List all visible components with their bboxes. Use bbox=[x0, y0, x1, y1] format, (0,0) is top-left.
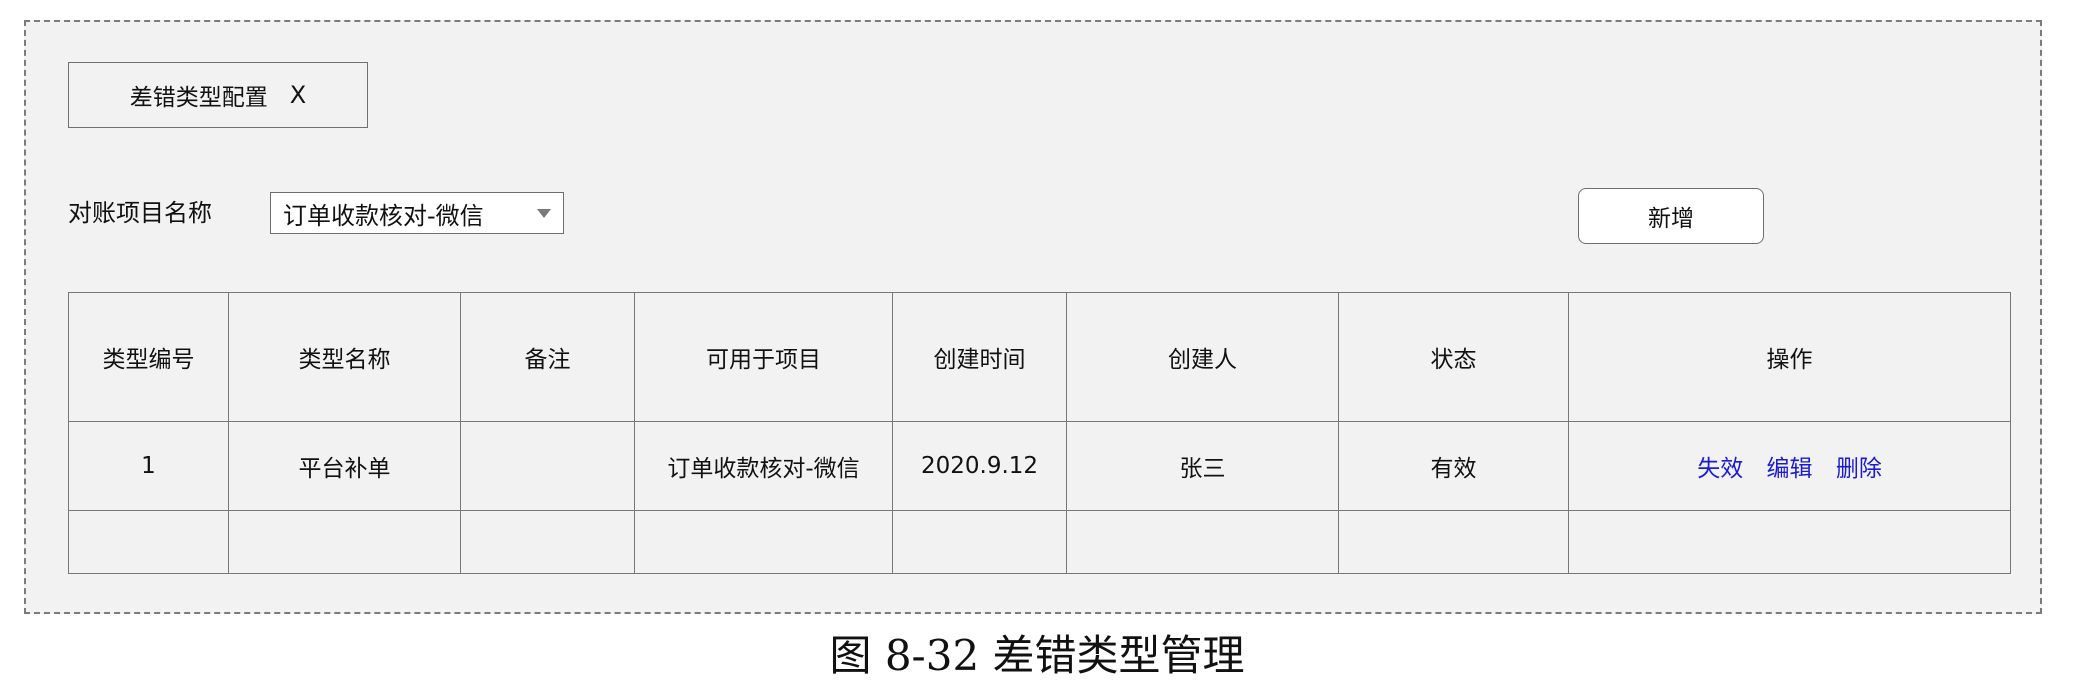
table-row: 1 平台补单 订单收款核对-微信 2020.9.12 张三 有效 失效 编辑 删… bbox=[68, 421, 2011, 511]
cell-actions: 失效 编辑 删除 bbox=[1568, 421, 2011, 511]
column-header-project: 可用于项目 bbox=[634, 292, 893, 422]
column-header-actions: 操作 bbox=[1568, 292, 2011, 422]
delete-link[interactable]: 删除 bbox=[1836, 456, 1882, 482]
empty-cell bbox=[68, 510, 229, 574]
empty-cell bbox=[1338, 510, 1569, 574]
project-select[interactable]: 订单收款核对-微信 bbox=[270, 192, 564, 234]
table-header-row: 类型编号 类型名称 备注 可用于项目 创建时间 创建人 状态 操作 bbox=[68, 292, 2011, 422]
cell-status: 有效 bbox=[1338, 421, 1569, 511]
empty-cell bbox=[460, 510, 635, 574]
cell-type-id: 1 bbox=[68, 421, 229, 511]
deactivate-link[interactable]: 失效 bbox=[1697, 456, 1743, 482]
tab-error-type-config[interactable]: 差错类型配置 X bbox=[68, 62, 368, 128]
column-header-remark: 备注 bbox=[460, 292, 635, 422]
figure-caption: 图 8-32 差错类型管理 bbox=[829, 631, 1245, 680]
column-header-type-id: 类型编号 bbox=[68, 292, 229, 422]
cell-created-at: 2020.9.12 bbox=[892, 421, 1067, 511]
table-row-empty bbox=[68, 510, 2011, 574]
error-type-table: 类型编号 类型名称 备注 可用于项目 创建时间 创建人 状态 操作 1 平台补单… bbox=[68, 292, 2011, 574]
empty-cell bbox=[228, 510, 461, 574]
column-header-created-at: 创建时间 bbox=[892, 292, 1067, 422]
empty-cell bbox=[1568, 510, 2011, 574]
project-select-value: 订单收款核对-微信 bbox=[283, 201, 484, 230]
column-header-status: 状态 bbox=[1338, 292, 1569, 422]
empty-cell bbox=[634, 510, 893, 574]
column-header-creator: 创建人 bbox=[1066, 292, 1339, 422]
add-button[interactable]: 新增 bbox=[1578, 188, 1764, 244]
chevron-down-icon bbox=[537, 208, 551, 218]
empty-cell bbox=[892, 510, 1067, 574]
cell-type-name: 平台补单 bbox=[228, 421, 461, 511]
empty-cell bbox=[1066, 510, 1339, 574]
edit-link[interactable]: 编辑 bbox=[1767, 456, 1813, 482]
cell-creator: 张三 bbox=[1066, 421, 1339, 511]
cell-remark bbox=[460, 421, 635, 511]
project-name-label: 对账项目名称 bbox=[68, 199, 212, 227]
close-icon[interactable]: X bbox=[290, 81, 306, 109]
tab-title: 差错类型配置 bbox=[129, 85, 268, 111]
cell-project: 订单收款核对-微信 bbox=[634, 421, 893, 511]
column-header-type-name: 类型名称 bbox=[228, 292, 461, 422]
